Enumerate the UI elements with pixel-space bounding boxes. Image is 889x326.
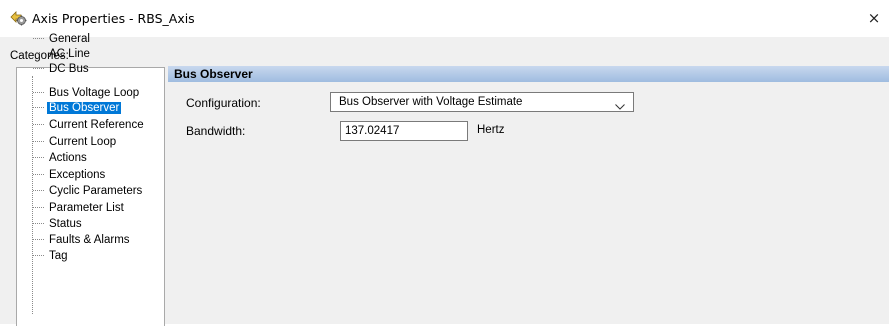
tree-branch-line bbox=[33, 156, 44, 159]
configuration-value: Bus Observer with Voltage Estimate bbox=[339, 96, 523, 108]
tree-item-label: Tag bbox=[49, 250, 68, 262]
tree-branch-line bbox=[33, 238, 44, 241]
tree-item-actions[interactable]: Actions bbox=[33, 151, 89, 165]
axis-properties-icon bbox=[9, 8, 27, 26]
bandwidth-input[interactable] bbox=[340, 121, 468, 141]
tree-item-label: Cyclic Parameters bbox=[49, 185, 143, 197]
tree-item-current-reference[interactable]: Current Reference bbox=[33, 118, 146, 132]
tree-item-label: AC Line bbox=[49, 48, 90, 60]
tree-item-label: Actions bbox=[49, 152, 87, 164]
dialog-body: Categories: General AC Line DC Bus Bus Volt… bbox=[0, 33, 889, 326]
panel-title: Bus Observer bbox=[174, 67, 253, 81]
tree-branch-line bbox=[33, 222, 44, 225]
tree-branch-line bbox=[33, 52, 44, 55]
tree-item-exceptions[interactable]: Exceptions bbox=[33, 168, 107, 182]
categories-tree[interactable]: General AC Line DC Bus Bus Voltage Loop Bus … bbox=[16, 33, 165, 326]
tree-item-label: Current Reference bbox=[49, 119, 144, 131]
tree-item-current-loop[interactable]: Current Loop bbox=[33, 135, 118, 149]
tree-item-label: DC Bus bbox=[49, 63, 89, 75]
tree-item-bus-voltage-loop[interactable]: Bus Voltage Loop bbox=[33, 86, 141, 100]
tree-item-label: Bus Observer bbox=[47, 102, 122, 114]
tree-item-bus-observer[interactable]: Bus Observer bbox=[33, 101, 122, 115]
tree-item-ac-line[interactable]: AC Line bbox=[33, 47, 92, 61]
bandwidth-unit: Hertz bbox=[477, 124, 505, 136]
configuration-dropdown[interactable]: Bus Observer with Voltage Estimate bbox=[330, 92, 634, 112]
tree-item-general[interactable]: General bbox=[33, 32, 92, 46]
tree-item-faults-alarms[interactable]: Faults & Alarms bbox=[33, 233, 132, 247]
panel-header: Bus Observer bbox=[168, 66, 889, 82]
bandwidth-label: Bandwidth: bbox=[186, 124, 246, 138]
tree-branch-line bbox=[33, 37, 44, 40]
title-bar: Axis Properties - RBS_Axis × bbox=[0, 0, 889, 37]
tree-item-status[interactable]: Status bbox=[33, 217, 84, 231]
tree-item-dc-bus[interactable]: DC Bus bbox=[33, 62, 91, 76]
tree-branch-line bbox=[33, 173, 44, 176]
tree-item-parameter-list[interactable]: Parameter List bbox=[33, 201, 126, 215]
close-button[interactable]: × bbox=[859, 6, 889, 30]
tree-item-label: Faults & Alarms bbox=[49, 234, 130, 246]
tree-branch-line bbox=[33, 189, 44, 192]
chevron-down-icon bbox=[615, 99, 625, 110]
tree-branch-line bbox=[33, 254, 44, 257]
tree-item-label: General bbox=[49, 33, 90, 45]
tree-item-cyclic-parameters[interactable]: Cyclic Parameters bbox=[33, 184, 144, 198]
tree-item-label: Current Loop bbox=[49, 136, 117, 148]
tree-item-label: Exceptions bbox=[49, 169, 106, 181]
tree-branch-line bbox=[33, 206, 44, 209]
tree-branch-line bbox=[33, 91, 44, 94]
configuration-label: Configuration: bbox=[186, 96, 261, 110]
window-title: Axis Properties - RBS_Axis bbox=[32, 11, 195, 26]
tree-item-tag[interactable]: Tag bbox=[33, 249, 70, 263]
tree-item-label: Status bbox=[49, 218, 82, 230]
tree-branch-line bbox=[33, 67, 44, 70]
tree-branch-line bbox=[33, 123, 44, 126]
tree-branch-line bbox=[33, 140, 44, 143]
bus-observer-panel: Bus Observer Configuration: Bus Observer… bbox=[168, 66, 889, 324]
tree-item-label: Bus Voltage Loop bbox=[49, 87, 140, 99]
tree-branch-line bbox=[33, 106, 44, 109]
tree-item-label: Parameter List bbox=[49, 202, 124, 214]
